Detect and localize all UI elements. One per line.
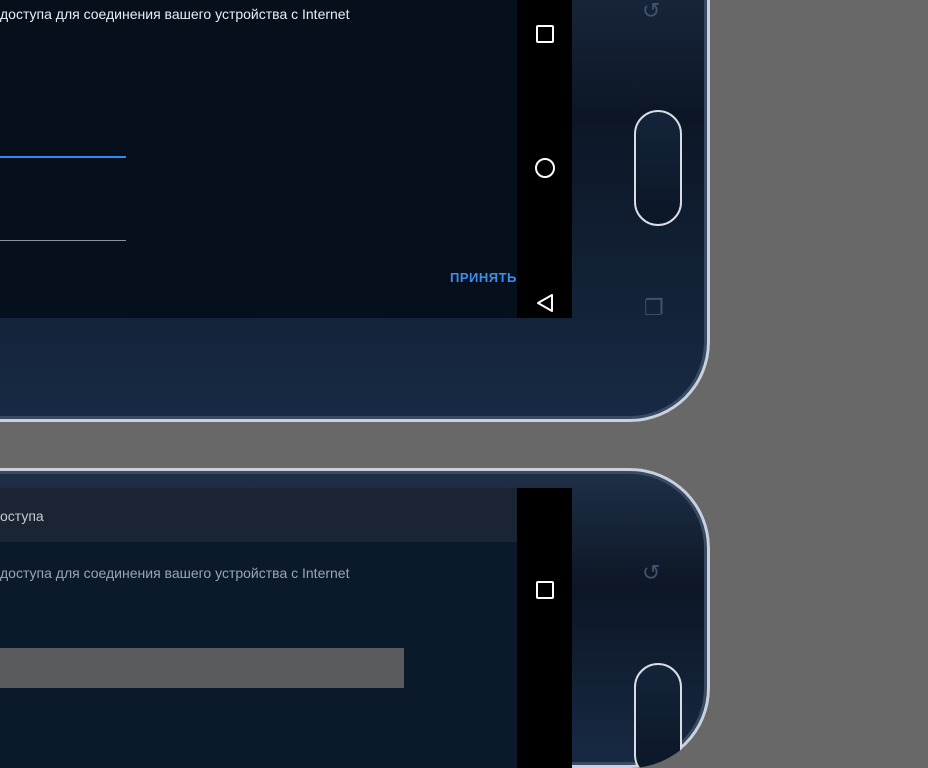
back-icon (536, 294, 553, 312)
dialog-header-text: оступа (0, 508, 44, 524)
bottom-screen: оступа доступа для соединения вашего уст… (0, 488, 570, 768)
home-button[interactable] (517, 148, 572, 188)
hardware-home-button[interactable] (634, 110, 682, 226)
recent-apps-icon (535, 25, 554, 43)
home-icon (534, 158, 555, 178)
hardware-recent-key-icon: ❐ (644, 295, 664, 320)
bottom-phone: оступа доступа для соединения вашего уст… (0, 468, 710, 768)
dimmed-input-field[interactable] (0, 648, 404, 688)
hardware-back-key-icon-bottom: ↺ (642, 560, 661, 585)
top-phone: доступа для соединения вашего устройства… (0, 0, 710, 422)
bottom-description-text: доступа для соединения вашего устройства… (0, 565, 350, 581)
recent-apps-button-bottom[interactable] (517, 570, 572, 610)
input-field-active-underline[interactable] (0, 156, 126, 158)
recent-apps-icon (535, 581, 554, 599)
top-screen: доступа для соединения вашего устройства… (0, 0, 570, 318)
bottom-nav-bar (517, 488, 572, 768)
hardware-home-button-bottom[interactable] (634, 663, 682, 768)
input-field-underline[interactable] (0, 240, 126, 241)
hardware-back-key-icon: ↺ (642, 0, 661, 23)
top-description-text: доступа для соединения вашего устройства… (0, 6, 350, 22)
recent-apps-button[interactable] (517, 14, 572, 54)
dialog-header: оступа (0, 488, 562, 542)
accept-button[interactable]: ПРИНЯТЬ (450, 270, 517, 285)
top-nav-bar (517, 0, 572, 318)
back-button[interactable] (517, 283, 572, 323)
